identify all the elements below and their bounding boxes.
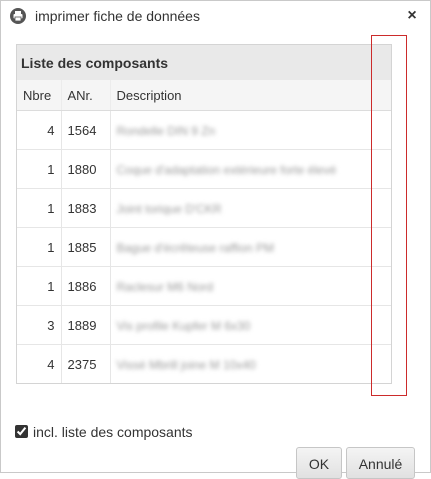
cell-description: Vissé Mbrill joine M 10x40: [110, 344, 391, 383]
cell-description: Rondelle DIN 9 Zn: [110, 110, 391, 150]
table-row[interactable]: 1 1883 Joint torique D'CKR: [17, 188, 391, 228]
table-header-row: Nbre ANr. Description: [17, 80, 391, 111]
print-icon: [10, 8, 26, 24]
cell-description: Vis profile Kupfer M 6x30: [110, 305, 391, 345]
cell-description: Bague d'écrêteuse raffion PM: [110, 227, 391, 267]
table-row[interactable]: 4 1564 Rondelle DIN 9 Zn: [17, 110, 391, 150]
cell-nbre: 1: [17, 188, 62, 228]
dialog-titlebar: imprimer fiche de données ×: [1, 1, 430, 31]
cancel-button[interactable]: Annulé: [346, 447, 415, 479]
cell-anr: 1885: [61, 227, 111, 267]
description-text: Vissé Mbrill joine M 10x40: [116, 357, 256, 372]
cell-nbre: 1: [17, 149, 62, 189]
include-list-checkbox[interactable]: [15, 425, 28, 438]
dialog-title: imprimer fiche de données: [35, 8, 200, 24]
print-datasheet-dialog: imprimer fiche de données × Liste des co…: [0, 0, 431, 479]
cell-nbre: 1: [17, 266, 62, 306]
description-text: Rondelle DIN 9 Zn: [116, 123, 216, 138]
cell-anr: 2375: [61, 344, 111, 383]
cell-description: Joint torique D'CKR: [110, 188, 391, 228]
cell-anr: 1889: [61, 305, 111, 345]
cell-nbre: 4: [17, 344, 62, 383]
cell-anr: 1886: [61, 266, 111, 306]
description-text: Bague d'écrêteuse raffion PM: [116, 240, 275, 255]
components-list-panel: Liste des composants Nbre ANr. Descripti…: [16, 44, 392, 384]
panel-title: Liste des composants: [21, 55, 169, 71]
description-text: Raclesur M6 Nord: [116, 279, 214, 294]
components-table: Nbre ANr. Description 4 1564 Rondelle DI…: [17, 80, 391, 383]
table-row[interactable]: 4 2375 Vissé Mbrill joine M 10x40: [17, 344, 391, 383]
panel-header: Liste des composants: [17, 45, 391, 80]
table-row[interactable]: 1 1885 Bague d'écrêteuse raffion PM: [17, 227, 391, 267]
table-row[interactable]: 3 1889 Vis profile Kupfer M 6x30: [17, 305, 391, 345]
ok-button[interactable]: OK: [296, 447, 342, 479]
cell-description: Raclesur M6 Nord: [110, 266, 391, 306]
cell-anr: 1880: [61, 149, 111, 189]
cell-nbre: 3: [17, 305, 62, 345]
cell-nbre: 4: [17, 110, 62, 150]
dialog-content: Liste des composants Nbre ANr. Descripti…: [1, 31, 430, 479]
column-header-description[interactable]: Description: [110, 80, 391, 111]
column-header-anr[interactable]: ANr.: [61, 80, 111, 111]
include-list-label[interactable]: incl. liste des composants: [33, 424, 193, 440]
column-header-nbre[interactable]: Nbre: [17, 80, 62, 111]
cell-anr: 1564: [61, 110, 111, 150]
table-row[interactable]: 1 1886 Raclesur M6 Nord: [17, 266, 391, 306]
cell-description: Coque d'adaptation extérieure forte élev…: [110, 149, 391, 189]
table-row[interactable]: 1 1880 Coque d'adaptation extérieure for…: [17, 149, 391, 189]
description-text: Joint torique D'CKR: [116, 201, 222, 216]
cell-nbre: 1: [17, 227, 62, 267]
description-text: Coque d'adaptation extérieure forte élev…: [116, 162, 337, 177]
cell-anr: 1883: [61, 188, 111, 228]
description-text: Vis profile Kupfer M 6x30: [116, 318, 251, 333]
close-icon[interactable]: ×: [402, 6, 422, 26]
